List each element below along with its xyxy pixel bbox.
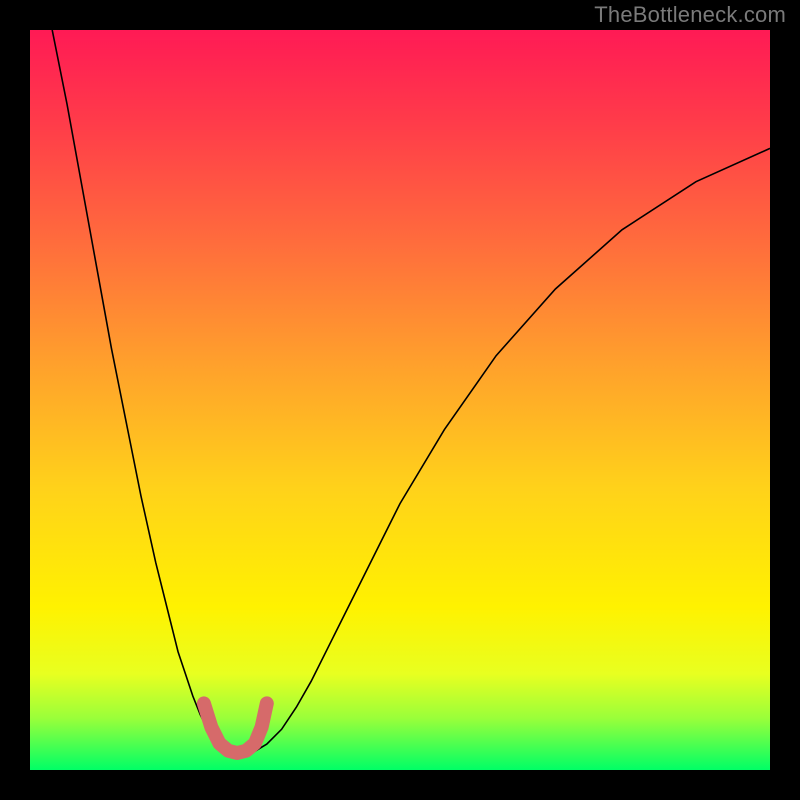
watermark-text: TheBottleneck.com xyxy=(594,2,786,28)
right-curve xyxy=(252,148,770,753)
plot-area xyxy=(30,30,770,770)
curves-svg xyxy=(30,30,770,770)
u-marker xyxy=(204,703,267,753)
chart-container: TheBottleneck.com xyxy=(0,0,800,800)
left-curve xyxy=(52,30,230,753)
